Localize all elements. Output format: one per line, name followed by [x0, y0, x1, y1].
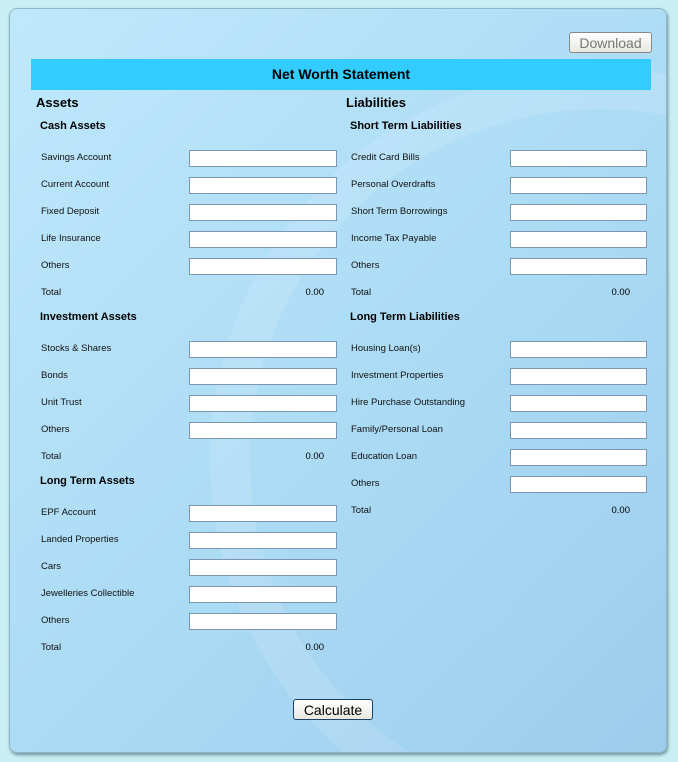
section-title: Long Term Liabilities [350, 311, 460, 323]
total-value: 0.00 [611, 505, 631, 516]
section-title: Cash Assets [40, 120, 106, 132]
amount-input[interactable] [189, 613, 337, 630]
total-value: 0.00 [305, 451, 325, 462]
field-label: Others [351, 260, 380, 271]
amount-input[interactable] [510, 177, 647, 194]
amount-input[interactable] [189, 586, 337, 603]
amount-input[interactable] [189, 258, 337, 275]
amount-input[interactable] [510, 422, 647, 439]
field-label: Savings Account [41, 152, 112, 163]
amount-input[interactable] [510, 341, 647, 358]
liabilities-heading: Liabilities [346, 95, 406, 110]
amount-input[interactable] [510, 395, 647, 412]
field-label: Landed Properties [41, 534, 119, 545]
amount-input[interactable] [510, 476, 647, 493]
amount-input[interactable] [189, 231, 337, 248]
total-value: 0.00 [305, 287, 325, 298]
amount-input[interactable] [189, 150, 337, 167]
field-label: Short Term Borrowings [351, 206, 448, 217]
field-label: Fixed Deposit [41, 206, 100, 217]
amount-input[interactable] [510, 368, 647, 385]
field-label: Others [41, 424, 70, 435]
field-label: EPF Account [41, 507, 96, 518]
total-label: Total [351, 287, 372, 298]
amount-input[interactable] [189, 505, 337, 522]
amount-input[interactable] [510, 258, 647, 275]
amount-input[interactable] [510, 204, 647, 221]
total-value: 0.00 [305, 642, 325, 653]
field-label: Cars [41, 561, 62, 572]
total-label: Total [41, 287, 62, 298]
total-label: Total [41, 451, 62, 462]
field-label: Jewelleries Collectible [41, 588, 135, 599]
section-title: Long Term Assets [40, 475, 135, 487]
field-label: Income Tax Payable [351, 233, 437, 244]
amount-input[interactable] [189, 559, 337, 576]
field-label: Housing Loan(s) [351, 343, 421, 354]
amount-input[interactable] [189, 341, 337, 358]
total-label: Total [351, 505, 372, 516]
field-label: Hire Purchase Outstanding [351, 397, 466, 408]
section-title: Short Term Liabilities [350, 120, 462, 132]
download-button[interactable]: Download [569, 32, 652, 53]
amount-input[interactable] [510, 150, 647, 167]
field-label: Education Loan [351, 451, 418, 462]
field-label: Life Insurance [41, 233, 101, 244]
field-label: Current Account [41, 179, 110, 190]
amount-input[interactable] [189, 532, 337, 549]
calculate-button[interactable]: Calculate [293, 699, 373, 720]
field-label: Investment Properties [351, 370, 444, 381]
field-label: Personal Overdrafts [351, 179, 436, 190]
amount-input[interactable] [189, 422, 337, 439]
amount-input[interactable] [510, 449, 647, 466]
amount-input[interactable] [189, 177, 337, 194]
field-label: Credit Card Bills [351, 152, 420, 163]
field-label: Others [351, 478, 380, 489]
field-label: Others [41, 615, 70, 626]
total-label: Total [41, 642, 62, 653]
field-label: Others [41, 260, 70, 271]
assets-heading: Assets [36, 95, 79, 110]
page-title: Net Worth Statement [31, 59, 651, 90]
amount-input[interactable] [189, 204, 337, 221]
amount-input[interactable] [189, 368, 337, 385]
field-label: Bonds [41, 370, 68, 381]
field-label: Family/Personal Loan [351, 424, 443, 435]
section-title: Investment Assets [40, 311, 137, 323]
field-label: Unit Trust [41, 397, 82, 408]
total-value: 0.00 [611, 287, 631, 298]
field-label: Stocks & Shares [41, 343, 112, 354]
amount-input[interactable] [510, 231, 647, 248]
amount-input[interactable] [189, 395, 337, 412]
